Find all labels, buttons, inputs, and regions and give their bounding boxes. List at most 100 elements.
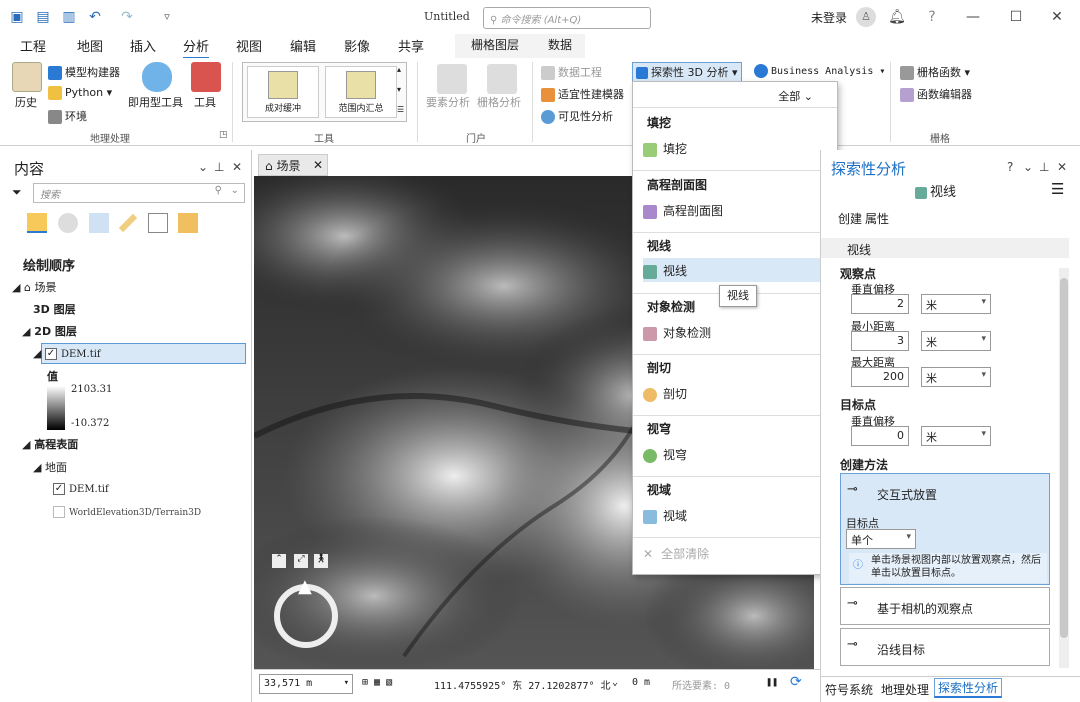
tab-geoprocessing[interactable]: 地理处理 — [881, 681, 929, 698]
raster-functions-button[interactable]: 栅格函数 ▾ — [900, 64, 970, 80]
tab-symbology[interactable]: 符号系统 — [825, 681, 873, 698]
full-extent-icon[interactable]: ⤢ — [294, 554, 308, 568]
visibility-analysis-button[interactable]: 可见性分析 — [541, 108, 613, 124]
menu-item-line-of-sight[interactable]: 视线 — [643, 258, 836, 282]
grid-tools-icon[interactable]: ⊞ ▦ ▧ — [362, 677, 392, 688]
maximize-button[interactable]: ☐ — [1005, 6, 1027, 28]
business-analysis-button[interactable]: Business Analysis ▾ — [754, 64, 885, 78]
max-distance-unit-select[interactable]: 米 — [921, 367, 991, 387]
target-offset-unit-select[interactable]: 米 — [921, 426, 991, 446]
target-offset-input[interactable]: 0 — [851, 426, 909, 446]
method-camera-observer[interactable]: ⊸ 基于相机的观察点 — [840, 587, 1050, 625]
list-by-editing-icon[interactable] — [118, 213, 138, 233]
help-icon[interactable]: ? — [1007, 160, 1013, 174]
tab-exploratory-analysis[interactable]: 探索性分析 — [934, 678, 1003, 698]
ready-tools-button[interactable]: 即用型工具 — [128, 94, 183, 110]
vertical-offset-input[interactable]: 2 — [851, 294, 909, 314]
min-distance-unit-select[interactable]: 米 — [921, 331, 991, 351]
layer-visibility-checkbox[interactable]: ✓ — [44, 348, 57, 360]
method-along-line[interactable]: ⊸ 沿线目标 — [840, 628, 1050, 666]
tab-view[interactable]: 视图 — [236, 36, 262, 55]
python-button[interactable]: Python ▾ — [48, 86, 112, 100]
gallery-summarize-within[interactable]: 范围内汇总 — [325, 66, 397, 118]
environments-button[interactable]: 环境 — [48, 108, 87, 124]
tools-button[interactable]: 工具 — [194, 94, 216, 110]
dialog-launcher-icon[interactable]: ◳ — [219, 130, 228, 140]
vertical-offset-unit-select[interactable]: 米 — [921, 294, 991, 314]
exploratory-3d-analysis-button[interactable]: 探索性 3D 分析 ▾ — [632, 62, 742, 82]
tab-project[interactable]: 工程 — [20, 36, 46, 55]
tree-dem-layer[interactable]: ◢ ✓ DEM.tif — [33, 347, 101, 360]
open-icon[interactable]: ▤ — [34, 8, 52, 26]
chevron-down-icon[interactable]: ⌄ — [231, 185, 239, 196]
notification-icon[interactable]: 🔔︎ — [886, 6, 908, 28]
history-button[interactable]: 历史 — [15, 94, 37, 110]
min-distance-input[interactable]: 3 — [851, 331, 909, 351]
gallery-expand-icon[interactable]: ☰ — [397, 105, 404, 114]
minimize-button[interactable]: — — [962, 6, 984, 28]
list-by-snapping-icon[interactable] — [148, 213, 168, 233]
tree-scene[interactable]: ◢ ⌂ 场景 — [12, 279, 56, 295]
menu-item-slice[interactable]: 剖切 — [643, 381, 836, 405]
redo-icon[interactable]: ↷ — [118, 8, 136, 26]
menu-item-object-detection[interactable]: 对象检测 — [643, 320, 836, 344]
menu-item-clear-all[interactable]: ✕ 全部清除 — [643, 541, 836, 565]
refresh-icon[interactable]: ⟳ — [790, 674, 802, 690]
pin-icon[interactable]: ⊥ — [214, 160, 224, 174]
tilt-up-icon[interactable]: ⌃ — [272, 554, 286, 568]
hamburger-menu-icon[interactable]: ☰ — [1051, 180, 1064, 198]
customize-icon[interactable]: ▿ — [158, 8, 176, 26]
tab-properties[interactable]: 属性 — [865, 210, 889, 227]
contents-search-input[interactable]: 搜索 ⚲ ⌄ — [33, 183, 245, 203]
tree-3d-layers[interactable]: 3D 图层 — [33, 301, 76, 317]
list-by-labeling-icon[interactable] — [178, 213, 198, 233]
close-button[interactable]: ✕ — [1046, 6, 1068, 28]
tab-raster-layer[interactable]: 栅格图层 — [455, 34, 535, 58]
model-builder-button[interactable]: 模型构建器 — [48, 64, 120, 80]
menu-item-cut-fill[interactable]: 填挖 — [643, 136, 836, 160]
category-filter[interactable]: 全部 ⌄ — [778, 88, 813, 104]
function-editor-button[interactable]: 函数编辑器 — [900, 86, 972, 102]
tab-imagery[interactable]: 影像 — [344, 36, 370, 55]
new-project-icon[interactable]: ▣ — [8, 8, 26, 26]
pin-icon[interactable]: ⊥ — [1039, 160, 1049, 174]
close-pane-icon[interactable]: ✕ — [232, 160, 242, 174]
gallery-scroll-up-icon[interactable]: ▴ — [397, 65, 401, 74]
command-search-input[interactable]: ⚲ 命令搜索 (Alt+Q) — [483, 7, 651, 29]
undo-icon[interactable]: ↶ — [86, 8, 104, 26]
tab-analysis[interactable]: 分析 — [183, 36, 210, 59]
ground-dem-checkbox[interactable]: ✓ — [53, 483, 65, 495]
pane-scrollbar-thumb[interactable] — [1060, 278, 1068, 638]
tree-ground[interactable]: ◢ 地面 — [33, 459, 67, 475]
filter-icon[interactable]: ⏷ — [12, 185, 22, 200]
save-icon[interactable]: ▥ — [60, 8, 78, 26]
help-icon[interactable]: ? — [921, 6, 943, 28]
pause-drawing-icon[interactable]: ❚❚ — [766, 677, 778, 688]
menu-item-view-dome[interactable]: 视穹 — [643, 442, 836, 466]
list-by-selection-icon[interactable] — [89, 213, 109, 233]
list-by-drawing-order-icon[interactable] — [27, 213, 47, 233]
menu-item-viewshed[interactable]: 视域 — [643, 503, 836, 527]
pedestrian-icon[interactable]: 🚶︎ — [314, 554, 328, 568]
scale-selector[interactable]: 33,571 m ▾ — [259, 674, 353, 694]
world-elevation-checkbox[interactable] — [53, 506, 65, 518]
max-distance-input[interactable]: 200 — [851, 367, 909, 387]
tab-map[interactable]: 地图 — [77, 36, 103, 55]
close-tab-icon[interactable]: ✕ — [313, 158, 323, 172]
tree-2d-layers[interactable]: ◢ 2D 图层 — [22, 323, 77, 339]
data-engineering-button[interactable]: 数据工程 — [541, 64, 602, 80]
tab-data[interactable]: 数据 — [535, 34, 585, 58]
target-mode-select[interactable]: 单个 — [846, 529, 916, 549]
gallery-pairwise-buffer[interactable]: 成对缓冲 — [247, 66, 319, 118]
avatar[interactable]: ♙ — [856, 7, 876, 27]
tree-ground-dem[interactable]: ✓ DEM.tif — [53, 482, 109, 495]
tab-insert[interactable]: 插入 — [130, 36, 156, 55]
scene-tab[interactable]: ⌂ 场景 ✕ — [258, 154, 328, 176]
method-interactive-placement[interactable]: ⊸ 交互式放置 目标点 单个 ⓘ单击场景视图内部以放置观察点，然后单击以放置目标… — [840, 473, 1050, 585]
close-pane-icon[interactable]: ✕ — [1057, 160, 1067, 174]
list-by-source-icon[interactable] — [58, 213, 78, 233]
tab-edit[interactable]: 编辑 — [290, 36, 316, 55]
coordinate-format-chevron-icon[interactable]: ⌄ — [612, 677, 618, 688]
pane-menu-chevron-icon[interactable]: ⌄ — [198, 160, 208, 174]
tab-create[interactable]: 创建 — [838, 210, 862, 227]
